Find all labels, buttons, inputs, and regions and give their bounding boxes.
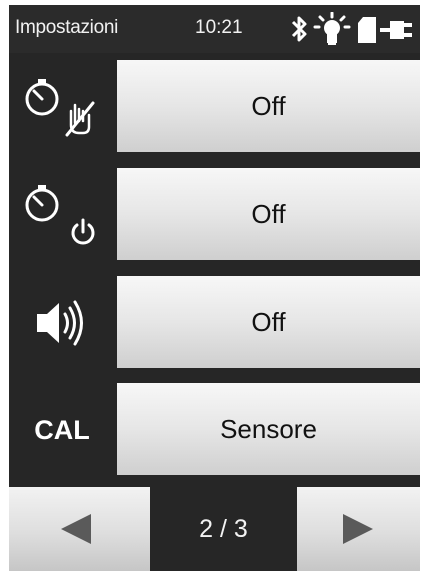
- previous-page-button[interactable]: [9, 487, 150, 571]
- page-indicator: 2 / 3: [199, 515, 248, 543]
- device-screen: Impostazioni 10:21 Off Off Off CAL Senso…: [9, 5, 420, 571]
- stopwatch-no-touch-icon: [9, 57, 115, 157]
- setting-row-4: CAL Sensore: [9, 380, 420, 480]
- setting-row-1: Off: [9, 57, 420, 157]
- power-plug-icon: [380, 21, 412, 39]
- setting-2-button[interactable]: Off: [117, 168, 420, 260]
- left-arrow-icon: [61, 514, 91, 544]
- setting-row-2: Off: [9, 165, 420, 265]
- status-icons: [290, 12, 414, 46]
- status-bar: Impostazioni 10:21: [9, 5, 420, 53]
- speaker-icon: [9, 273, 115, 373]
- status-time: 10:21: [195, 17, 243, 38]
- setting-row-3: Off: [9, 273, 420, 373]
- cal-label: CAL: [34, 415, 90, 445]
- sensor-calibration-button[interactable]: Sensore: [117, 383, 420, 475]
- bluetooth-icon: [291, 16, 307, 42]
- setting-1-button[interactable]: Off: [117, 60, 420, 152]
- status-title: Impostazioni: [15, 17, 119, 38]
- right-arrow-icon: [343, 514, 373, 544]
- pagination-bar: 2 / 3: [9, 487, 420, 571]
- stopwatch-power-icon: [9, 165, 115, 265]
- next-page-button[interactable]: [297, 487, 420, 571]
- sd-card-icon: [358, 17, 376, 43]
- light-bulb-icon: [313, 12, 351, 45]
- setting-3-button[interactable]: Off: [117, 276, 420, 368]
